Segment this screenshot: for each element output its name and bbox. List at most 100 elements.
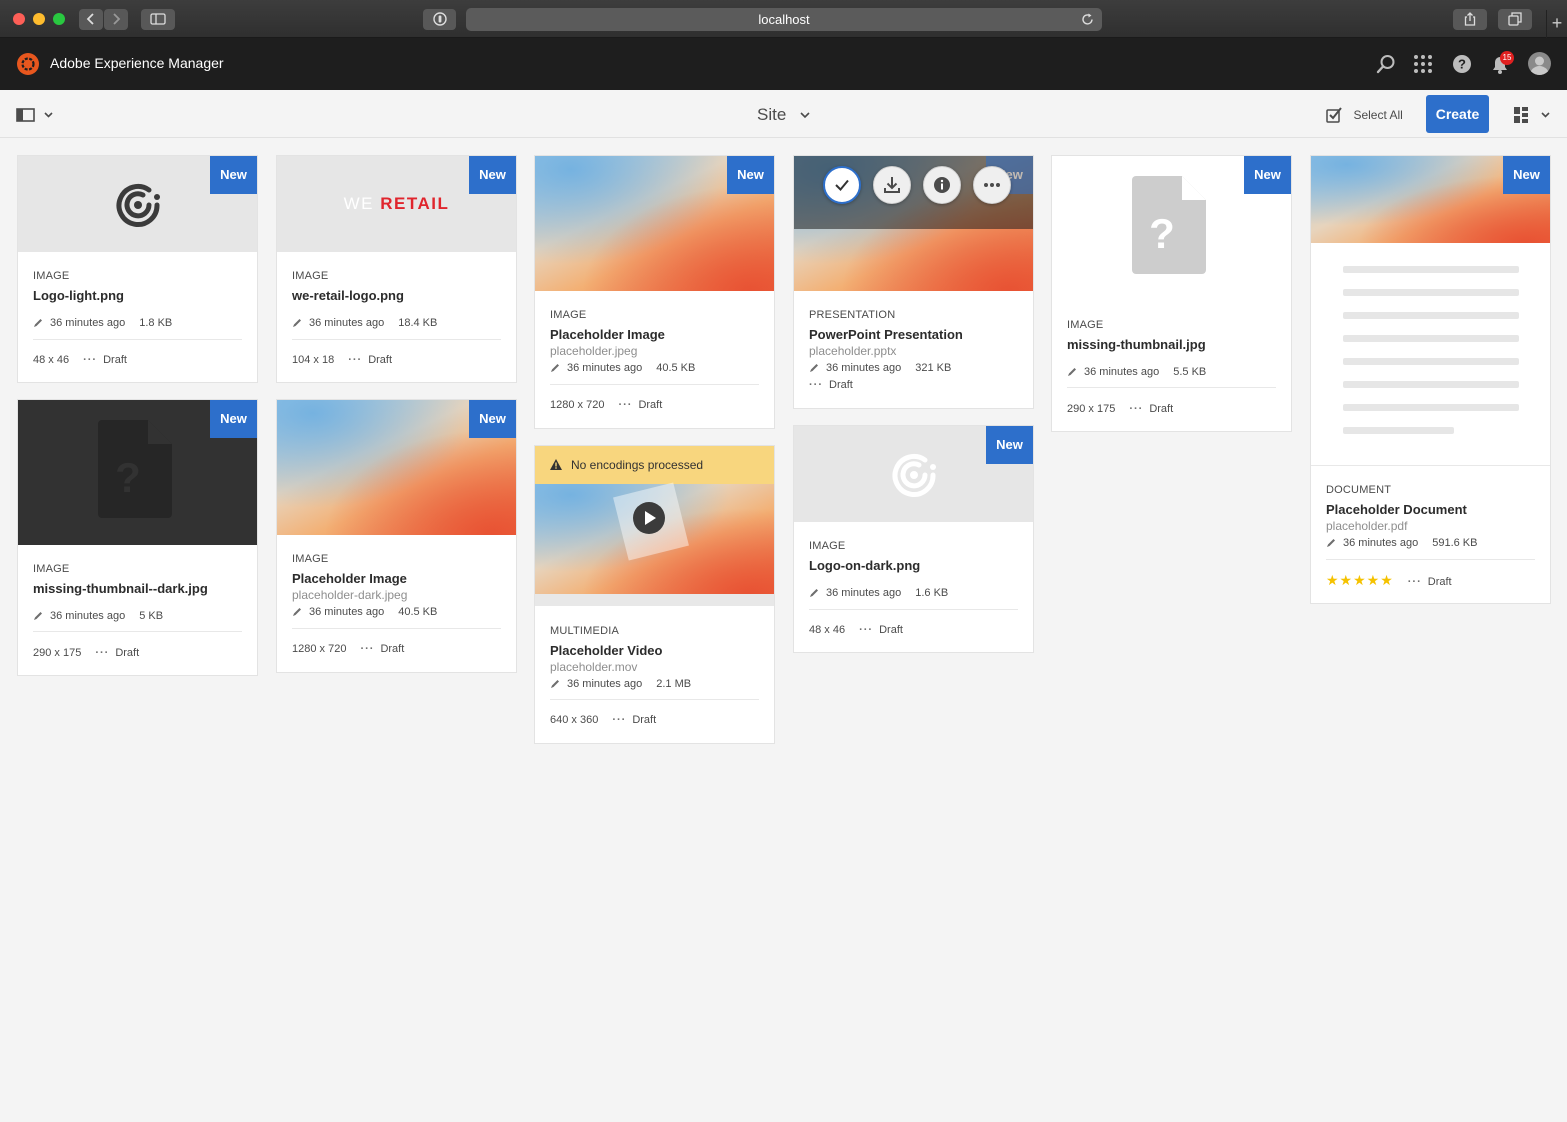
card-thumbnail[interactable] (535, 482, 774, 594)
modified-time: 36 minutes ago (1343, 537, 1419, 549)
modified-time: 36 minutes ago (826, 587, 902, 599)
modified-time: 36 minutes ago (826, 362, 902, 374)
document-line (1343, 266, 1519, 273)
asset-filename: placeholder.pptx (809, 344, 897, 358)
status-dots-icon: ··· (360, 643, 375, 655)
forward-button[interactable] (104, 9, 128, 30)
modified-time: 36 minutes ago (1084, 366, 1160, 378)
asset-modified: 36 minutes ago 321 KB (809, 362, 951, 374)
download-quick-action-button[interactable] (873, 166, 911, 204)
asset-card[interactable]: New IMAGE Placeholder Image placeholder.… (534, 155, 775, 429)
asset-title[interactable]: Logo-on-dark.png (809, 558, 920, 573)
reload-icon[interactable] (1081, 13, 1094, 26)
card-thumbnail[interactable]: New (277, 400, 516, 535)
brand-title[interactable]: Adobe Experience Manager (50, 55, 224, 71)
file-size: 1.8 KB (139, 317, 173, 329)
maximize-window-button[interactable] (53, 13, 65, 25)
warning-icon (550, 459, 562, 470)
user-icon (1530, 56, 1549, 75)
asset-card[interactable]: No encodings processed MULTIMEDIA Placeh… (534, 445, 775, 744)
aem-logo-icon[interactable] (16, 52, 40, 76)
card-thumbnail[interactable]: New (535, 156, 774, 291)
card-thumbnail[interactable]: WE RETAIL New (277, 156, 516, 252)
star-rating[interactable]: ★★★★★ (1326, 572, 1394, 588)
asset-type: IMAGE (550, 309, 587, 321)
create-button[interactable]: Create (1426, 95, 1489, 133)
card-thumbnail[interactable]: New (794, 426, 1033, 522)
properties-quick-action-button[interactable] (923, 166, 961, 204)
asset-title[interactable]: Placeholder Video (550, 643, 662, 658)
rail-toggle-button[interactable] (16, 107, 60, 123)
card-thumbnail[interactable]: New (794, 156, 1033, 291)
asset-modified: 36 minutes ago 18.4 KB (292, 317, 437, 329)
tabs-overview-button[interactable] (1498, 9, 1532, 30)
asset-card[interactable]: WE RETAIL New IMAGE we-retail-logo.png 3… (276, 155, 517, 383)
asset-card[interactable]: New PRESENTATION PowerPoint Presentation… (793, 155, 1034, 409)
asset-title[interactable]: PowerPoint Presentation (809, 327, 963, 342)
password-manager-button[interactable] (423, 9, 456, 30)
minimize-window-button[interactable] (33, 13, 45, 25)
asset-info: 1280 x 720 ··· Draft (292, 643, 404, 655)
pencil-icon (293, 319, 301, 328)
share-icon (1464, 12, 1476, 26)
card-thumbnail[interactable]: New (18, 156, 257, 252)
select-all-button[interactable]: Select All (1325, 106, 1403, 124)
asset-info: ··· Draft (809, 379, 853, 391)
more-quick-action-button[interactable] (973, 166, 1011, 204)
play-icon[interactable] (632, 501, 666, 535)
asset-title[interactable]: Logo-light.png (33, 288, 124, 303)
back-button[interactable] (79, 9, 103, 30)
asset-modified: 36 minutes ago 591.6 KB (1326, 537, 1477, 549)
asset-card[interactable]: New DOCUMENT Placeholder Document placeh… (1310, 155, 1551, 604)
card-thumbnail[interactable]: New (1311, 156, 1550, 466)
asset-title[interactable]: missing-thumbnail--dark.jpg (33, 581, 208, 596)
asset-card[interactable]: ? New IMAGE missing-thumbnail--dark.jpg … (17, 399, 258, 676)
share-button[interactable] (1453, 9, 1487, 30)
pencil-icon (293, 608, 301, 617)
svg-text:?: ? (1458, 57, 1466, 72)
asset-type: IMAGE (809, 540, 846, 552)
sidebar-icon (150, 13, 166, 25)
asset-title[interactable]: Placeholder Image (292, 571, 407, 586)
view-switcher-button[interactable] (1513, 106, 1553, 124)
status: Draft (879, 624, 903, 636)
user-avatar[interactable] (1528, 52, 1551, 75)
asset-title[interactable]: we-retail-logo.png (292, 288, 404, 303)
card-thumbnail[interactable]: ? New (1052, 156, 1291, 301)
asset-card[interactable]: New IMAGE Logo-on-dark.png 36 minutes ag… (793, 425, 1034, 653)
document-line (1343, 404, 1519, 411)
card-view-icon (1514, 107, 1550, 123)
close-window-button[interactable] (13, 13, 25, 25)
dimensions: 640 x 360 (550, 714, 599, 726)
search-icon[interactable] (1374, 52, 1398, 76)
help-icon[interactable]: ? (1450, 52, 1474, 76)
select-all-icon (1326, 107, 1342, 123)
asset-title[interactable]: Placeholder Document (1326, 502, 1467, 517)
status: Draft (103, 354, 127, 366)
solutions-grid-icon[interactable] (1411, 52, 1435, 76)
asset-card[interactable]: ? New IMAGE missing-thumbnail.jpg 36 min… (1051, 155, 1292, 432)
asset-card[interactable]: New IMAGE Logo-light.png 36 minutes ago 1… (17, 155, 258, 383)
asset-modified: 36 minutes ago 5 KB (33, 610, 163, 622)
asset-title[interactable]: missing-thumbnail.jpg (1067, 337, 1206, 352)
site-title[interactable]: Site (757, 105, 811, 125)
select-quick-action-button[interactable] (823, 166, 861, 204)
asset-card[interactable]: New IMAGE Placeholder Image placeholder-… (276, 399, 517, 673)
new-tab-button[interactable]: + (1546, 10, 1567, 38)
file-size: 591.6 KB (1432, 537, 1478, 549)
address-bar[interactable]: localhost (466, 8, 1102, 31)
document-line (1343, 427, 1454, 434)
divider (33, 631, 242, 632)
status-dots-icon: ··· (83, 354, 98, 366)
new-badge: New (210, 156, 257, 194)
card-thumbnail[interactable]: ? New (18, 400, 257, 545)
divider (1067, 387, 1276, 388)
sidebar-toggle-button[interactable] (141, 9, 175, 30)
asset-type: IMAGE (33, 270, 70, 282)
password-icon (432, 12, 447, 26)
asset-modified: 36 minutes ago 2.1 MB (550, 678, 691, 690)
status-dots-icon: ··· (859, 624, 874, 636)
asset-type: IMAGE (292, 270, 329, 282)
new-badge: New (986, 426, 1033, 464)
asset-title[interactable]: Placeholder Image (550, 327, 665, 342)
